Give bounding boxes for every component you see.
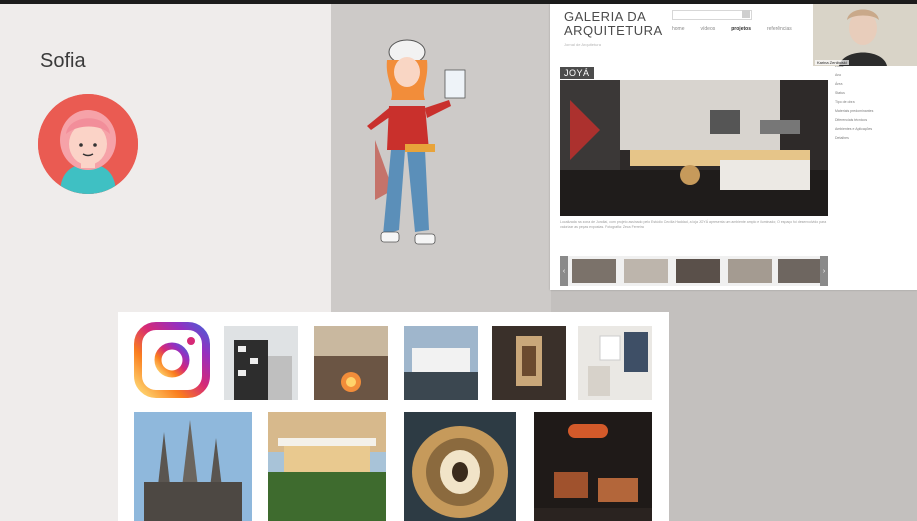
info-tipo: Tipo de obra: [835, 100, 855, 104]
presenter-name: Sofia: [40, 50, 86, 72]
dark-lounge-photo: [534, 412, 652, 521]
participant-name: Karina Zeniboski: [815, 60, 849, 65]
pavilion-photo: [268, 412, 386, 521]
thumbnail[interactable]: [572, 259, 616, 283]
interior-fire-photo: [314, 326, 388, 400]
interior-photo: [560, 80, 828, 216]
architecture-letters-photo: [578, 326, 652, 400]
project-caption: Localizada na zona de Jundiaí, com proje…: [560, 220, 827, 229]
search-icon[interactable]: [742, 10, 750, 18]
engineer-cartoon: [367, 39, 466, 245]
info-area: Área: [835, 82, 843, 86]
site-title: GALERIA DA ARQUITETURA: [564, 9, 663, 38]
info-detalhes[interactable]: Detalhes: [835, 136, 913, 141]
building-photo: [224, 326, 298, 400]
avatar-illustration: [38, 94, 138, 194]
site-search-input[interactable]: [672, 10, 752, 20]
info-status: Status: [835, 91, 845, 95]
thumbnail[interactable]: [778, 259, 822, 283]
sagrada-familia-photo: [134, 412, 252, 521]
presenter-avatar: [38, 94, 138, 194]
thumbnail[interactable]: [728, 259, 772, 283]
corridor-photo: [492, 326, 566, 400]
nav-videos[interactable]: vídeos: [701, 26, 716, 32]
chevron-left-icon[interactable]: ‹: [560, 256, 568, 286]
nav-projetos[interactable]: projetos: [731, 26, 751, 32]
instagram-logo-icon: [134, 322, 210, 398]
nav-referencias[interactable]: referências: [767, 26, 792, 32]
info-ano: Ano: [835, 73, 842, 77]
instagram-panel: [118, 312, 669, 521]
nav-home[interactable]: home: [672, 26, 685, 32]
thumbnail-strip: ‹ ›: [560, 256, 828, 286]
info-diferenciais: Diferenciais técnicos: [835, 118, 868, 122]
thumbnail[interactable]: [624, 259, 668, 283]
project-info-column: Local Ano Área Status Tipo de obra Mater…: [835, 64, 913, 145]
site-subtitle: Jornal de Arquitetura: [564, 42, 601, 47]
chevron-right-icon[interactable]: ›: [820, 256, 828, 286]
modern-house-photo: [404, 326, 478, 400]
webcam-video: Karina Zeniboski: [813, 4, 917, 66]
project-badge: JOYÁ: [560, 67, 594, 79]
thumbnail[interactable]: [676, 259, 720, 283]
site-nav: home vídeos projetos referências: [672, 26, 792, 32]
library-photo: [404, 412, 516, 521]
info-materiais: Materiais predominantes: [835, 109, 874, 113]
info-ambientes: Ambientes e Aplicações: [835, 127, 873, 131]
